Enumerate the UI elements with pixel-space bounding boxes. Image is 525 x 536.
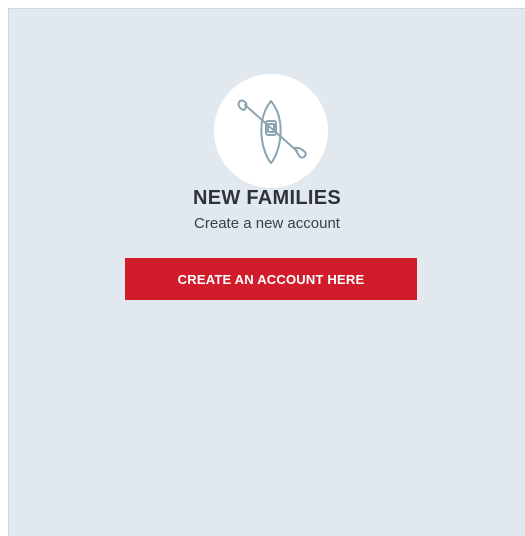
card-subtitle: Create a new account — [194, 215, 340, 232]
card-title: NEW FAMILIES — [192, 187, 342, 209]
create-account-button[interactable]: CREATE AN ACCOUNT HERE — [125, 258, 417, 300]
new-families-card: NEW FAMILIES Create a new account CREATE… — [8, 8, 525, 536]
kayak-icon — [237, 99, 307, 164]
icon-circle — [214, 74, 328, 188]
